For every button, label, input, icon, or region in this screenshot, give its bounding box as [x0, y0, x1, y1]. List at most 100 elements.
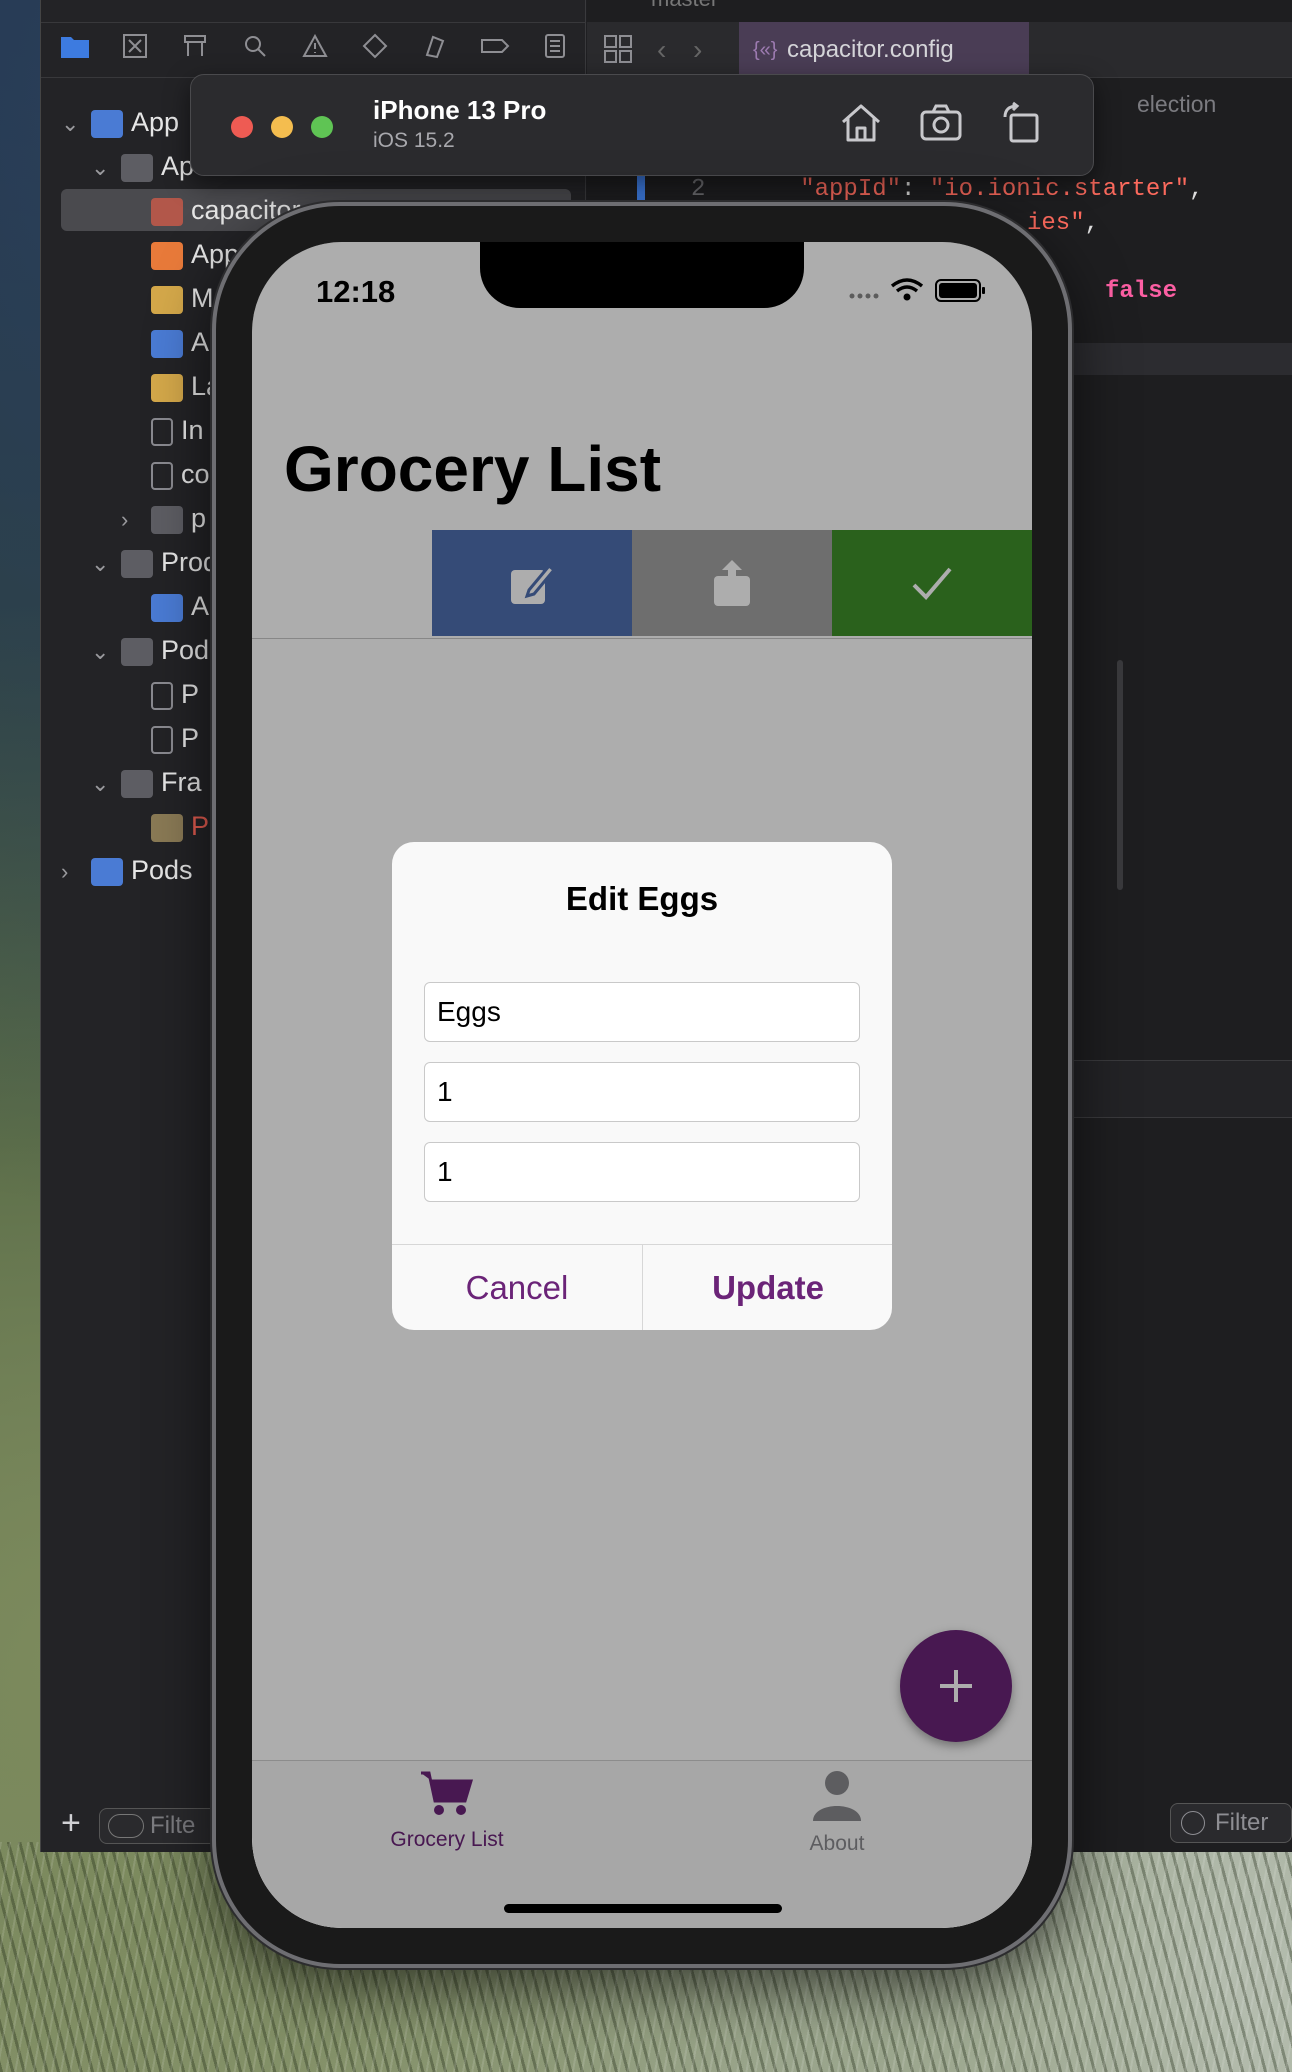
navigator-item[interactable]: La: [121, 366, 221, 406]
scrollbar[interactable]: [1117, 660, 1123, 890]
alert-title: Edit Eggs: [565, 880, 719, 917]
navigator-item[interactable]: ⌄ Fra: [91, 762, 202, 802]
code-line-4[interactable]: false: [1105, 278, 1177, 305]
breakpoint-navigator-icon[interactable]: [477, 33, 513, 67]
storyboard-icon: [151, 285, 183, 314]
branch-name: master: [651, 0, 718, 12]
plist-icon: [151, 417, 173, 446]
navigator-toolbar: [41, 22, 586, 78]
cancel-button[interactable]: Cancel: [392, 1245, 642, 1330]
navigator-item[interactable]: A: [121, 586, 209, 626]
code-line-2[interactable]: 2 "appId": "io.ionic.starter",: [691, 176, 1204, 203]
folder-icon: [121, 637, 153, 666]
code-comma: ,: [1189, 176, 1204, 203]
alert-button-group: Cancel Update: [392, 1244, 892, 1330]
navigator-item[interactable]: P: [121, 674, 199, 714]
chevron-down-icon[interactable]: ⌄: [91, 148, 121, 188]
navigator-item[interactable]: ⌄ Pod: [91, 630, 209, 670]
test-navigator-icon[interactable]: [357, 33, 393, 67]
search-icon[interactable]: [237, 33, 273, 67]
chevron-down-icon[interactable]: ⌄: [61, 104, 91, 144]
navigator-item-label: Pod: [161, 635, 210, 665]
navigator-item[interactable]: A: [121, 322, 209, 362]
folder-icon[interactable]: [57, 33, 93, 67]
swift-icon: [151, 241, 183, 270]
navigator-item-label: Prod: [161, 547, 219, 577]
folder-icon: [121, 549, 153, 578]
storyboard-icon: [151, 373, 183, 402]
code-value: "io.ionic.starter": [929, 176, 1190, 203]
folder-icon: [121, 153, 153, 182]
back-arrow-icon[interactable]: ‹: [657, 34, 666, 66]
code-line-3[interactable]: ies",: [1027, 210, 1099, 237]
add-icon[interactable]: +: [61, 1804, 81, 1843]
tab-capacitor-config[interactable]: {«} capacitor.config: [739, 22, 1029, 78]
grid-icon[interactable]: [603, 34, 633, 69]
navigator-item[interactable]: P: [121, 718, 199, 758]
code-colon: :: [901, 176, 930, 203]
json-file-icon: {«}: [753, 39, 778, 61]
navigator-item-label: App: [131, 107, 180, 137]
editor-filter-placeholder: Filter: [1215, 1809, 1269, 1836]
editor-filter[interactable]: Filter: [1170, 1803, 1292, 1843]
chevron-down-icon[interactable]: ⌄: [91, 544, 121, 584]
rotate-icon[interactable]: [999, 101, 1049, 151]
project-icon: [91, 109, 123, 138]
third-input[interactable]: [424, 1142, 860, 1202]
filter-icon: [108, 1814, 144, 1838]
app-screen: 12:18 Grocery List Grocery List About Ed…: [252, 242, 1032, 1928]
editor-tab-bar: ‹ › {«} capacitor.config: [587, 22, 1292, 78]
navigator-item[interactable]: In: [121, 410, 204, 450]
chevron-right-icon[interactable]: ›: [121, 500, 151, 540]
navigator-item[interactable]: co: [121, 454, 210, 494]
navigator-item-label: M: [191, 283, 214, 313]
navigator-item[interactable]: ⌄ App: [61, 102, 179, 142]
navigator-item[interactable]: App: [121, 234, 239, 274]
source-control-icon[interactable]: [117, 33, 153, 67]
forward-arrow-icon[interactable]: ›: [693, 34, 702, 66]
screenshot-camera-icon[interactable]: [919, 101, 969, 151]
navigator-item-label: p: [191, 503, 207, 533]
close-button[interactable]: [231, 116, 253, 138]
navigator-item-label: co: [181, 459, 210, 489]
file-icon: [151, 681, 173, 710]
warning-icon[interactable]: [297, 33, 333, 67]
line-number: 2: [691, 176, 706, 203]
update-button[interactable]: Update: [643, 1245, 892, 1330]
assets-icon: [151, 329, 183, 358]
minimize-button[interactable]: [271, 116, 293, 138]
code-value: ies": [1027, 210, 1085, 237]
navigator-item-label: A: [191, 327, 210, 357]
chevron-down-icon[interactable]: ⌄: [91, 764, 121, 804]
os-version: iOS 15.2: [373, 129, 455, 152]
chevron-down-icon[interactable]: ⌄: [91, 632, 121, 672]
navigator-item-label: In: [181, 415, 204, 445]
edit-alert-dialog: Edit Eggs Cancel Update: [392, 842, 892, 1330]
app-icon: [151, 593, 183, 622]
navigator-item[interactable]: M: [121, 278, 214, 318]
navigator-item-label: Pods: [131, 855, 193, 885]
zoom-button[interactable]: [311, 116, 333, 138]
navigator-item-label: Fra: [161, 767, 202, 797]
navigator-item-label: P: [181, 723, 200, 753]
navigator-item[interactable]: › Pods: [61, 850, 193, 890]
symbol-navigator-icon[interactable]: [177, 33, 213, 67]
debug-navigator-icon[interactable]: [417, 33, 453, 67]
folder-icon: [151, 505, 183, 534]
device-name: iPhone 13 Pro: [373, 95, 547, 125]
navigator-item[interactable]: ⌄ Ap: [91, 146, 194, 186]
navigator-item-label: P: [191, 811, 210, 841]
navigator-item[interactable]: P: [121, 806, 209, 846]
file-icon: [151, 461, 173, 490]
navigator-item-label: P: [181, 679, 200, 709]
quantity-input[interactable]: [424, 1062, 860, 1122]
filter-icon: [1181, 1811, 1205, 1835]
navigator-item[interactable]: ⌄ Prod: [91, 542, 218, 582]
json-icon: [151, 197, 183, 226]
item-name-input[interactable]: [424, 982, 860, 1042]
report-navigator-icon[interactable]: [537, 33, 573, 67]
navigator-item-label: A: [191, 591, 210, 621]
chevron-right-icon[interactable]: ›: [61, 852, 91, 892]
home-button-icon[interactable]: [839, 101, 889, 151]
navigator-item[interactable]: › p: [121, 498, 206, 538]
